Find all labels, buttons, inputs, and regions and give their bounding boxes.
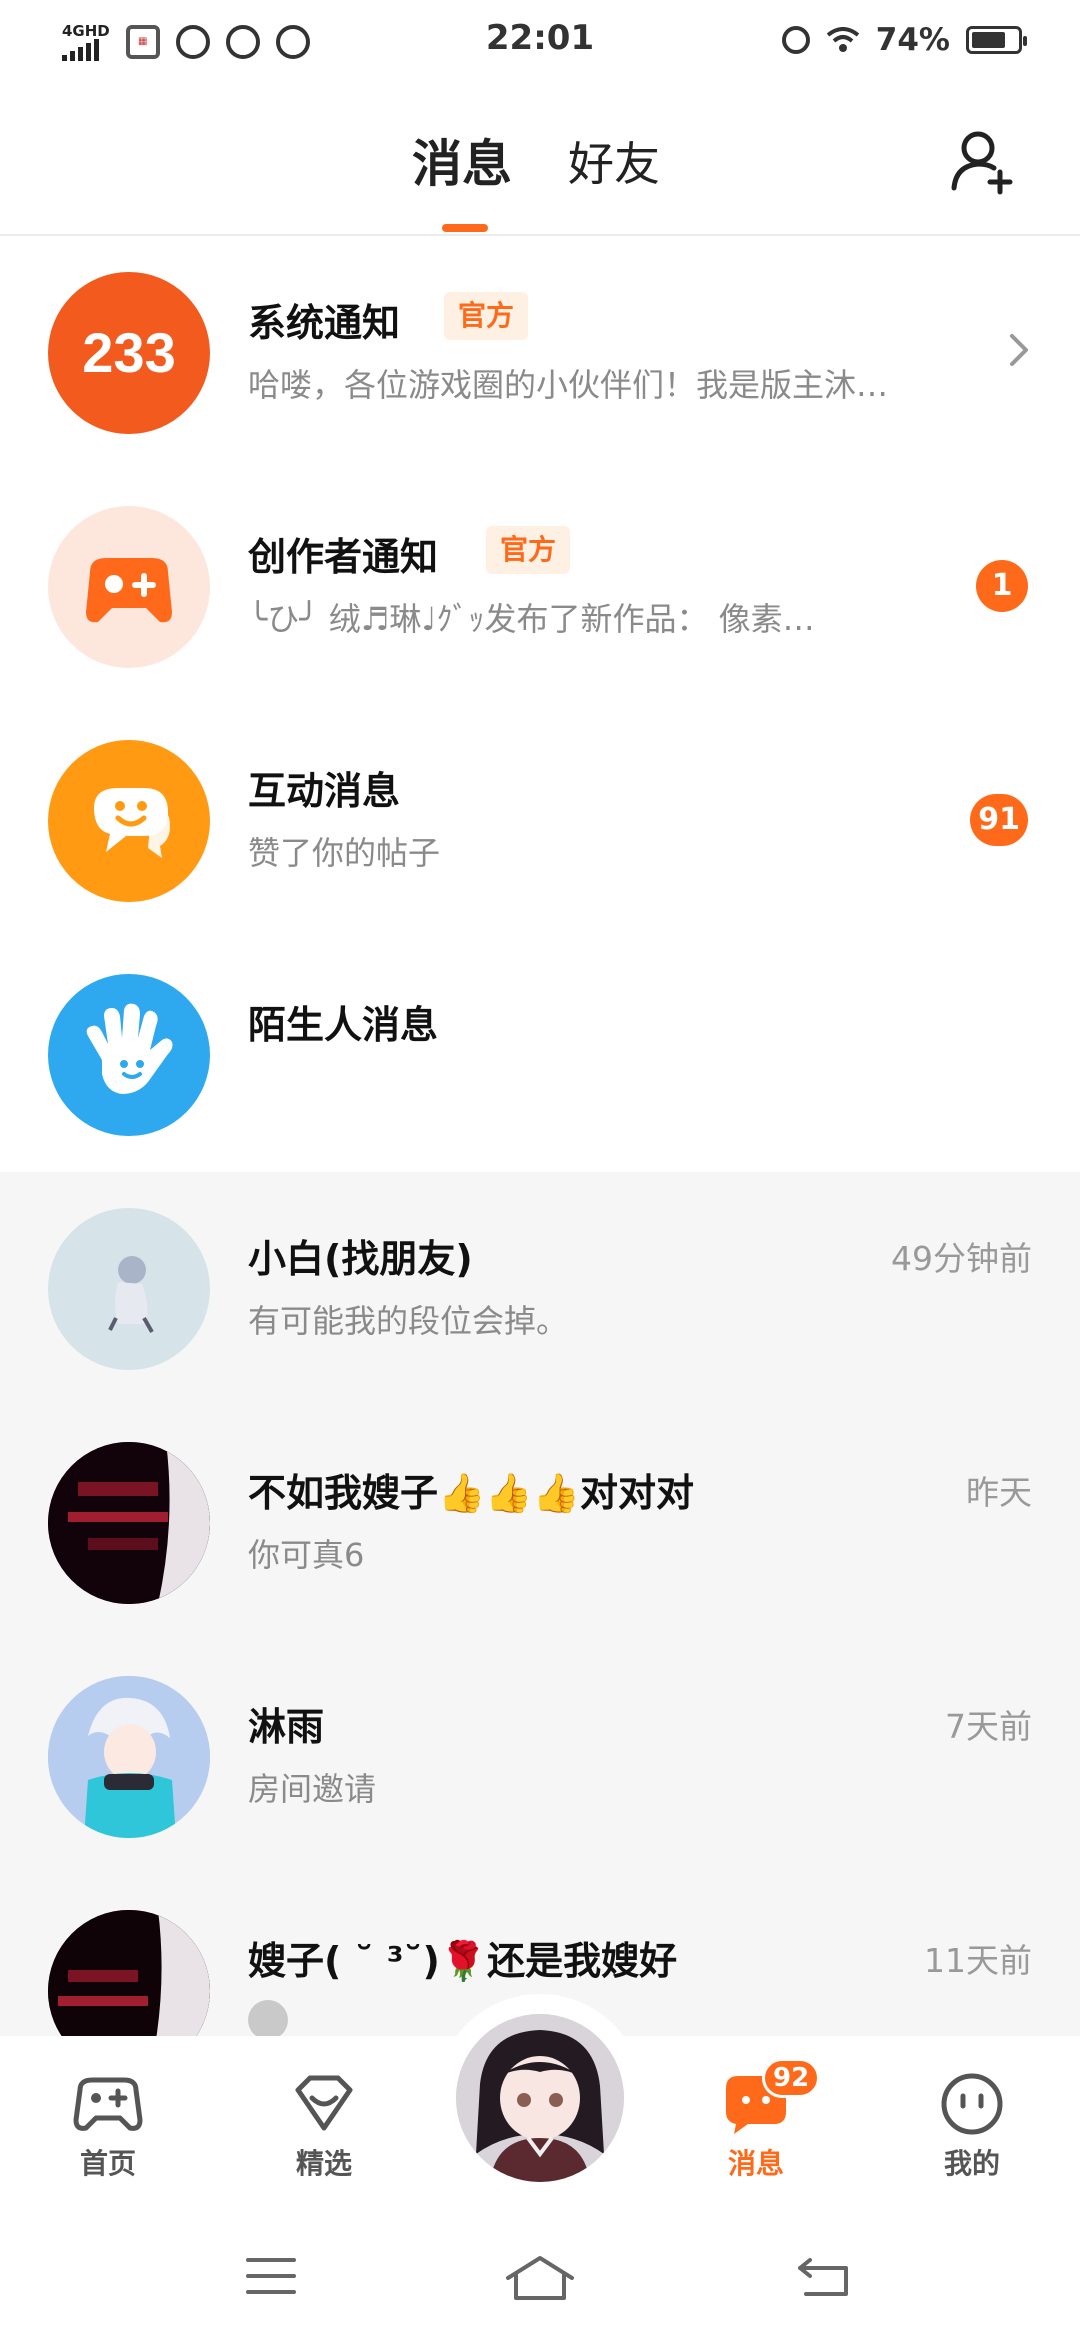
nav-label: 精选 xyxy=(295,2147,352,2180)
chat-name: 嫂子( ˘ ³˘)🌹还是我嫂好 xyxy=(248,1939,678,1983)
chat-time: 11天前 xyxy=(924,1941,1032,1980)
smiley-face-icon xyxy=(934,2072,1010,2136)
row-title: 互动消息 xyxy=(248,769,401,813)
gamepad-icon xyxy=(48,506,210,668)
chat-time: 7天前 xyxy=(945,1707,1032,1746)
system-navigation-bar xyxy=(0,2210,1080,2340)
unread-badge: 1 xyxy=(976,560,1028,612)
unread-badge: 91 xyxy=(970,794,1028,846)
row-title: 系统通知 xyxy=(248,301,401,345)
nav-featured[interactable]: 精选 xyxy=(244,2072,404,2182)
creator-notice-row[interactable]: 创作者通知 官方 ╰ひ╯ 绒♬琳♩ｸﾞｯ发布了新作品： 像素… 1 xyxy=(0,470,1080,704)
nav-home[interactable]: 首页 xyxy=(28,2072,188,2182)
row-title: 创作者通知 xyxy=(248,535,439,579)
chat-preview: 有可能我的段位会掉。 xyxy=(248,1302,569,1340)
chevron-right-icon xyxy=(1004,328,1034,372)
nav-label: 消息 xyxy=(727,2147,784,2180)
nav-label: 我的 xyxy=(943,2147,1000,2180)
chat-row[interactable]: 小白(找朋友) 49分钟前 有可能我的段位会掉。 xyxy=(0,1172,1080,1406)
battery-fill xyxy=(972,32,1005,48)
tab-messages[interactable]: 消息 xyxy=(412,124,512,196)
interaction-row[interactable]: 互动消息 赞了你的帖子 91 xyxy=(0,704,1080,938)
back-icon[interactable] xyxy=(796,2254,852,2302)
waving-hand-icon xyxy=(48,974,210,1136)
nav-profile[interactable]: 我的 xyxy=(892,2072,1052,2182)
menu-icon[interactable] xyxy=(244,2254,298,2302)
nav-label: 首页 xyxy=(79,2147,136,2180)
official-tag: 官方 xyxy=(486,526,571,574)
tab-friends[interactable]: 好友 xyxy=(568,128,660,194)
row-title: 陌生人消息 xyxy=(248,1003,439,1047)
nav-messages[interactable]: 92 消息 xyxy=(676,2058,836,2182)
message-icon: 92 xyxy=(718,2058,821,2136)
row-preview: 赞了你的帖子 xyxy=(248,834,441,872)
avatar xyxy=(48,1208,210,1370)
stranger-messages-row[interactable]: 陌生人消息 xyxy=(0,938,1080,1172)
battery-icon xyxy=(966,26,1027,54)
center-avatar-button[interactable] xyxy=(456,2014,624,2182)
avatar xyxy=(48,1676,210,1838)
status-bar: 4GHD ▦ 22:01 74% xyxy=(0,0,1080,84)
logo-233-icon: 233 xyxy=(48,272,210,434)
heart-diamond-icon xyxy=(286,2072,362,2136)
add-friend-icon[interactable] xyxy=(948,126,1018,196)
chat-name: 淋雨 xyxy=(248,1705,325,1749)
chat-time: 49分钟前 xyxy=(891,1239,1032,1278)
official-tag: 官方 xyxy=(444,292,529,340)
active-tab-indicator xyxy=(442,224,488,232)
chat-name: 小白(找朋友) xyxy=(248,1237,473,1281)
home-icon[interactable] xyxy=(504,2254,576,2306)
chat-preview: 你可真6 xyxy=(248,1536,365,1574)
messages-screen: 4GHD ▦ 22:01 74% 消息 好友 233 系统通知 官方 哈喽，各位… xyxy=(0,0,1080,2340)
sticker-emoji-icon xyxy=(248,2000,288,2040)
logo-233-text: 233 xyxy=(82,321,175,384)
chat-smile-icon xyxy=(48,740,210,902)
chat-name: 不如我嫂子👍👍👍对对对 xyxy=(248,1471,694,1515)
avatar xyxy=(48,1442,210,1604)
wifi-icon xyxy=(826,27,860,53)
row-preview: 哈喽，各位游戏圈的小伙伴们！我是版主沐… xyxy=(248,366,889,404)
nav-unread-badge: 92 xyxy=(762,2058,821,2098)
chat-time: 昨天 xyxy=(966,1473,1032,1512)
chat-preview: 房间邀请 xyxy=(248,1770,377,1808)
system-notice-row[interactable]: 233 系统通知 官方 哈喽，各位游戏圈的小伙伴们！我是版主沐… xyxy=(0,236,1080,470)
alarm-icon xyxy=(781,26,810,54)
top-tabs: 消息 好友 xyxy=(0,84,1080,236)
chat-row[interactable]: 淋雨 7天前 房间邀请 xyxy=(0,1640,1080,1874)
status-right: 74% xyxy=(781,22,1027,58)
row-preview: ╰ひ╯ 绒♬琳♩ｸﾞｯ发布了新作品： 像素… xyxy=(248,600,815,638)
chat-row[interactable]: 不如我嫂子👍👍👍对对对 昨天 你可真6 xyxy=(0,1406,1080,1640)
battery-percent: 74% xyxy=(875,22,950,58)
gamepad-icon xyxy=(70,2072,146,2136)
